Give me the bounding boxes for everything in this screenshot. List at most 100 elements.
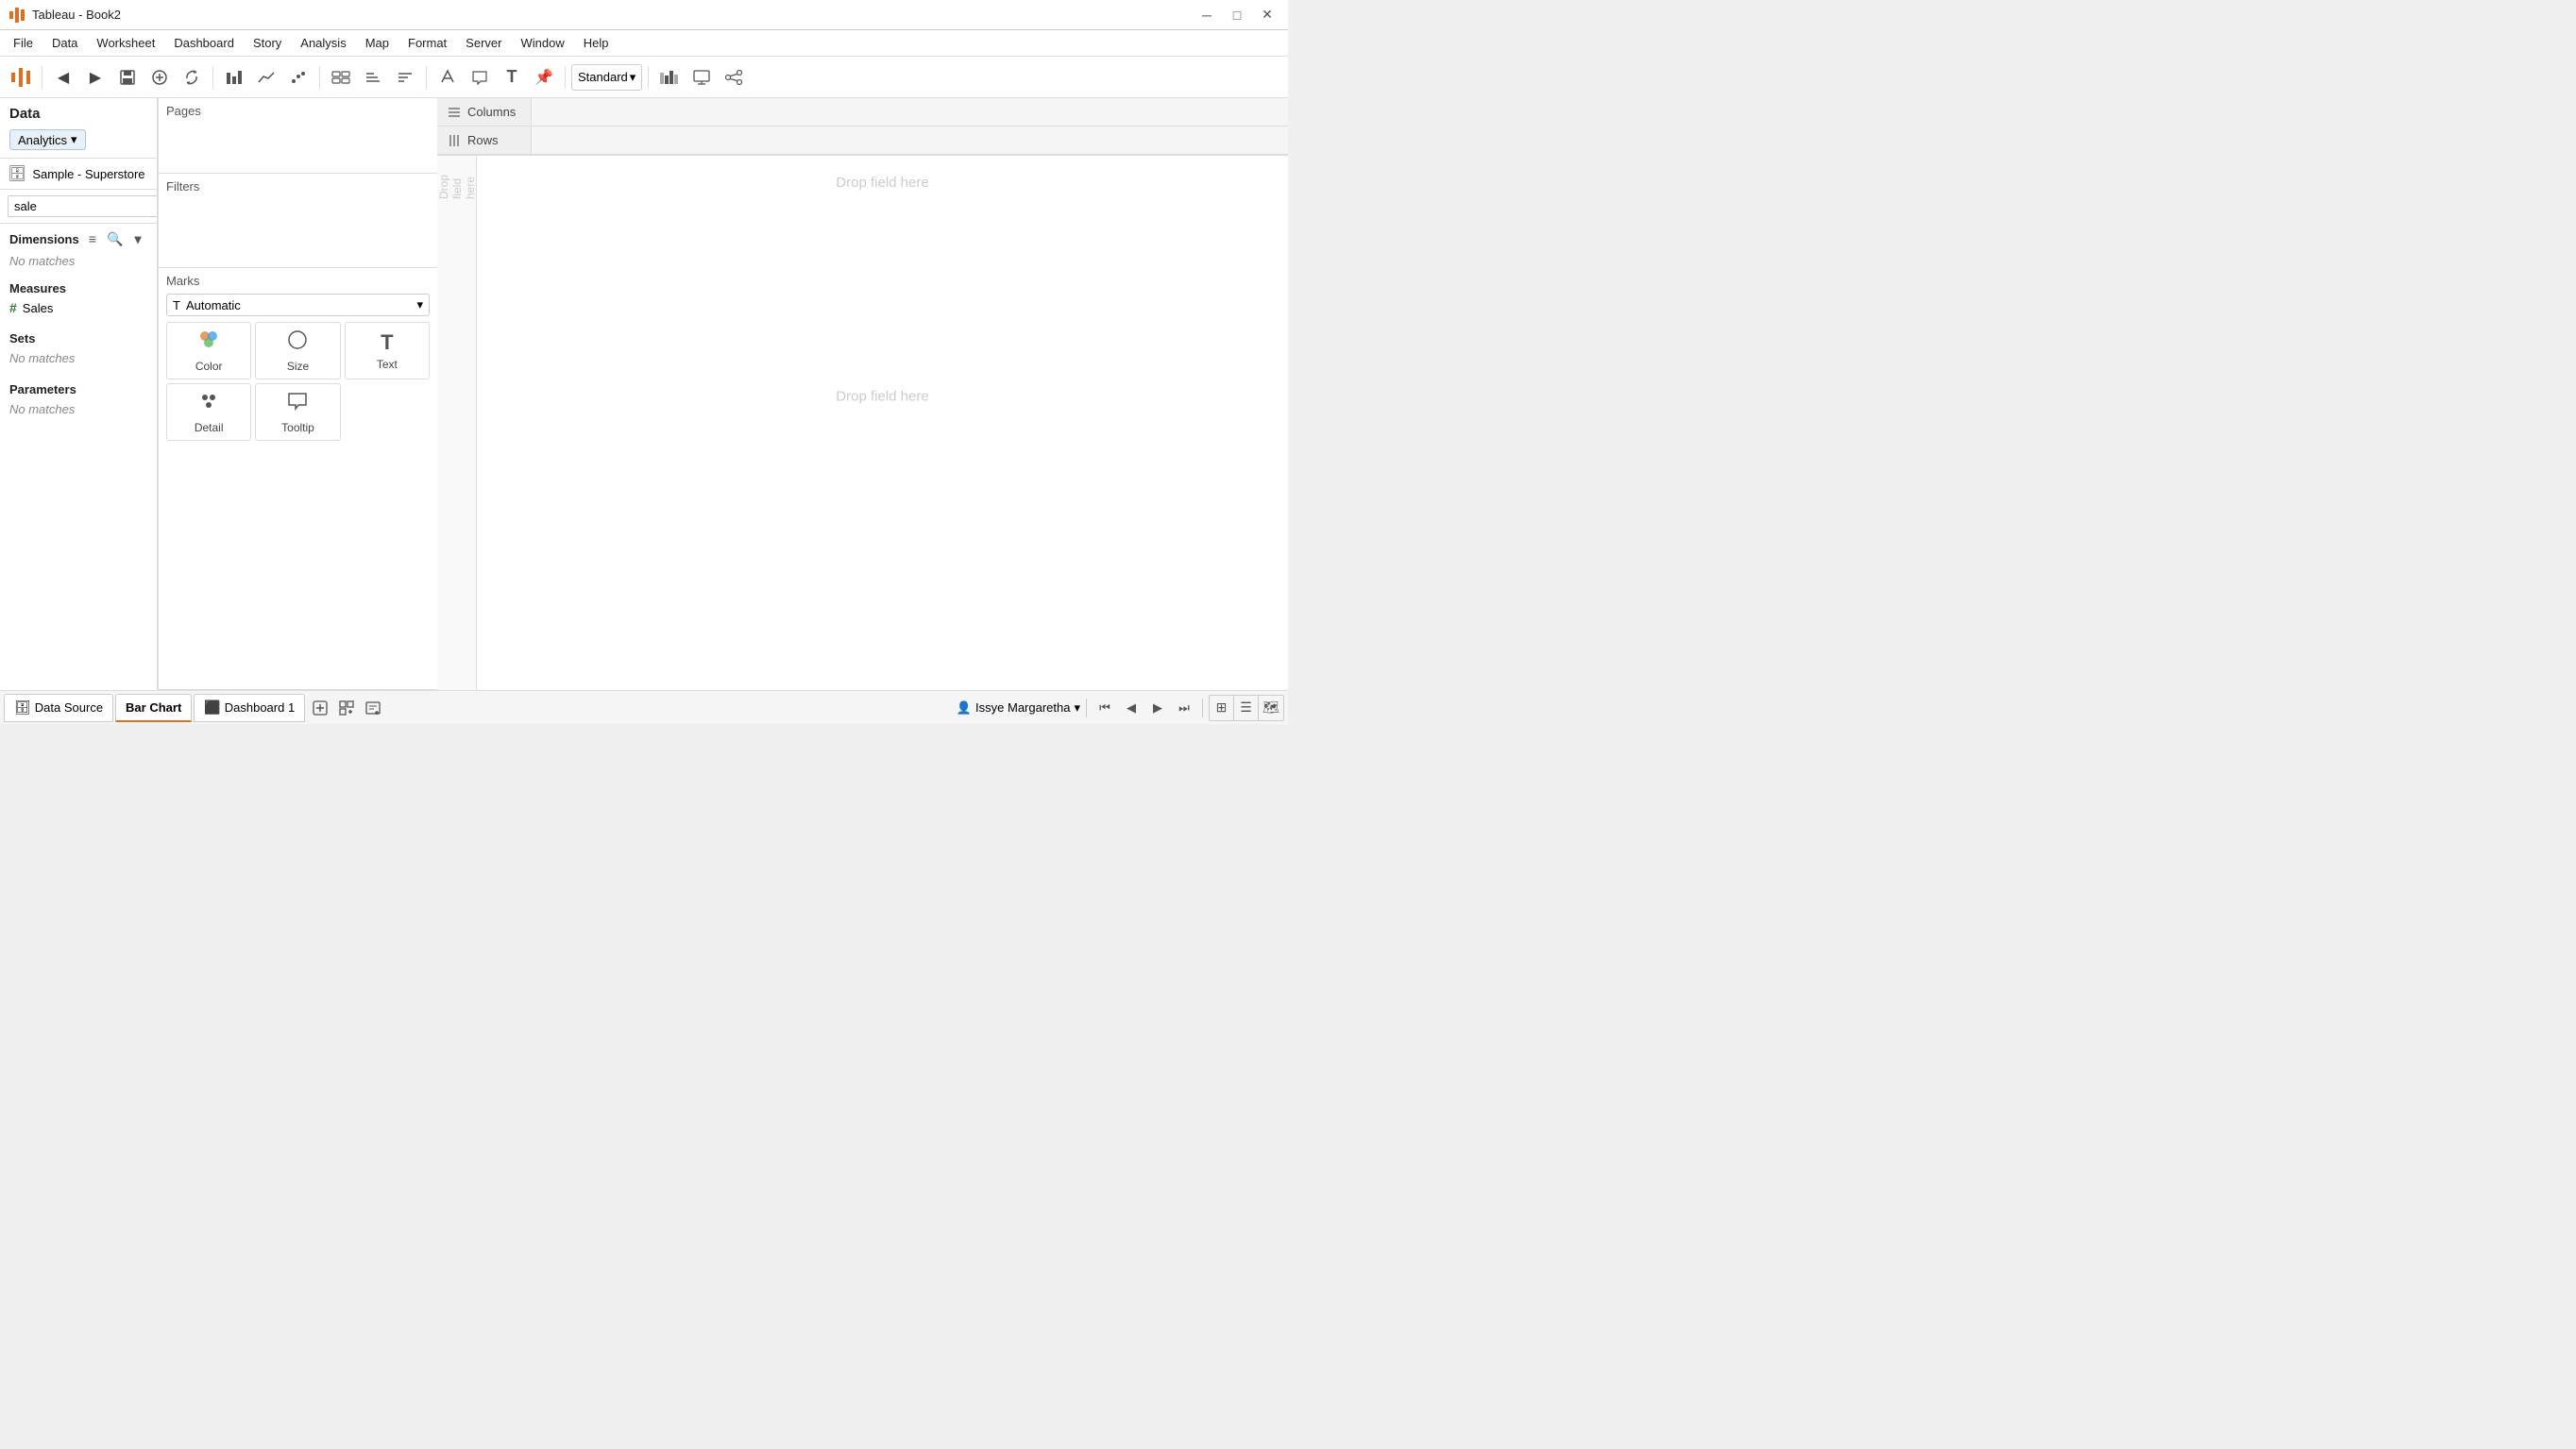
user-dropdown-arrow: ▾ bbox=[1074, 700, 1080, 716]
sales-field-item[interactable]: # Sales bbox=[0, 297, 157, 318]
minimize-button[interactable]: ─ bbox=[1194, 4, 1220, 26]
maximize-button[interactable]: □ bbox=[1224, 4, 1250, 26]
share-button[interactable] bbox=[719, 62, 749, 93]
menu-format[interactable]: Format bbox=[398, 30, 456, 57]
canvas-area: Dropfieldhere Drop field here Drop field… bbox=[437, 156, 1288, 690]
menu-worksheet[interactable]: Worksheet bbox=[87, 30, 164, 57]
marks-color-button[interactable]: Color bbox=[166, 322, 251, 379]
columns-row: Columns bbox=[437, 98, 1288, 126]
toolbar-separator-6 bbox=[648, 66, 649, 89]
parameters-no-matches: No matches bbox=[0, 398, 157, 424]
add-story-button[interactable] bbox=[360, 695, 386, 721]
show-me-button[interactable] bbox=[654, 62, 685, 93]
marks-grid: Color Size T Text bbox=[166, 322, 430, 441]
view-grid-button[interactable]: ⊞ bbox=[1210, 696, 1234, 720]
sets-no-matches: No matches bbox=[0, 347, 157, 373]
app-icon bbox=[8, 6, 26, 25]
window-title: Tableau - Book2 bbox=[32, 8, 1188, 22]
menu-map[interactable]: Map bbox=[356, 30, 398, 57]
drop-hint-top: Drop field here bbox=[477, 175, 1288, 191]
menu-help[interactable]: Help bbox=[574, 30, 619, 57]
marks-tooltip-button[interactable]: Tooltip bbox=[255, 383, 340, 441]
menu-window[interactable]: Window bbox=[511, 30, 573, 57]
toolbar-separator-2 bbox=[212, 66, 213, 89]
toolbar-separator-3 bbox=[319, 66, 320, 89]
analytics-button[interactable]: Analytics ▾ bbox=[9, 129, 86, 150]
sets-label: Sets bbox=[9, 331, 35, 345]
parameters-label: Parameters bbox=[9, 382, 76, 396]
chart-scatter-button[interactable] bbox=[283, 62, 314, 93]
tab-barchart[interactable]: Bar Chart bbox=[115, 694, 192, 722]
sets-header: Sets bbox=[0, 326, 157, 347]
color-icon bbox=[197, 329, 220, 357]
close-button[interactable]: ✕ bbox=[1254, 4, 1280, 26]
marks-type-icon: T bbox=[173, 298, 180, 312]
chart-line-button[interactable] bbox=[251, 62, 281, 93]
dimensions-dropdown-icon[interactable]: ▾ bbox=[128, 229, 147, 248]
sort-desc-button[interactable] bbox=[390, 62, 420, 93]
datasource-row[interactable]: 🗄 Sample - Superstore bbox=[0, 159, 157, 190]
tooltip-icon bbox=[286, 390, 309, 418]
fit-dropdown[interactable]: Standard ▾ bbox=[571, 64, 642, 91]
menu-dashboard[interactable]: Dashboard bbox=[164, 30, 244, 57]
menu-analysis[interactable]: Analysis bbox=[291, 30, 355, 57]
marks-type-dropdown[interactable]: T Automatic ▾ bbox=[166, 294, 430, 316]
title-bar: Tableau - Book2 ─ □ ✕ bbox=[0, 0, 1288, 30]
drop-canvas[interactable]: Drop field here Drop field here bbox=[477, 156, 1288, 690]
tab-dashboard1[interactable]: ⬛ Dashboard 1 bbox=[194, 694, 305, 722]
group-button[interactable] bbox=[326, 62, 356, 93]
tableau-logo-button[interactable] bbox=[6, 62, 36, 93]
view-map-button[interactable]: 🗺 bbox=[1259, 696, 1283, 720]
back-button[interactable]: ◀ bbox=[48, 62, 78, 93]
row-header: Dropfieldhere bbox=[437, 156, 477, 690]
marks-text-button[interactable]: T Text bbox=[345, 322, 430, 379]
annotation-button[interactable] bbox=[465, 62, 495, 93]
main-area: Data Analytics ▾ 🗄 Sample - Superstore ✕… bbox=[0, 98, 1288, 690]
nav-buttons: ⏮ ◀ ▶ ⏭ bbox=[1093, 696, 1196, 720]
status-right: 👤 Issye Margaretha ▾ ⏮ ◀ ▶ ⏭ ⊞ ☰ 🗺 bbox=[957, 695, 1284, 721]
text-button[interactable]: T bbox=[497, 62, 527, 93]
dimensions-icons: ≡ 🔍 ▾ bbox=[83, 229, 147, 248]
highlight-button[interactable] bbox=[432, 62, 463, 93]
present-button[interactable] bbox=[686, 62, 717, 93]
pages-title: Pages bbox=[166, 104, 430, 118]
auto-update-button[interactable] bbox=[177, 62, 207, 93]
search-input[interactable] bbox=[8, 195, 158, 217]
sales-field-label: Sales bbox=[23, 301, 54, 315]
nav-prev-button[interactable]: ◀ bbox=[1119, 696, 1144, 720]
dimensions-no-matches: No matches bbox=[0, 250, 157, 276]
forward-button[interactable]: ▶ bbox=[80, 62, 110, 93]
right-widgets: Pages Filters Marks T Automatic ▾ bbox=[158, 98, 437, 690]
pin-button[interactable]: 📌 bbox=[529, 62, 559, 93]
nav-first-button[interactable]: ⏮ bbox=[1093, 696, 1117, 720]
marks-detail-button[interactable]: Detail bbox=[166, 383, 251, 441]
menu-file[interactable]: File bbox=[4, 30, 42, 57]
dimensions-label: Dimensions bbox=[9, 232, 79, 246]
columns-rows: Columns Rows bbox=[437, 98, 1288, 156]
status-separator bbox=[1086, 699, 1087, 717]
save-button[interactable] bbox=[112, 62, 143, 93]
add-dashboard-button[interactable] bbox=[333, 695, 360, 721]
user-icon: 👤 bbox=[957, 700, 972, 716]
chart-bar-button[interactable] bbox=[219, 62, 249, 93]
view-list-button[interactable]: ☰ bbox=[1234, 696, 1259, 720]
dashboard1-tab-icon: ⬛ bbox=[204, 699, 220, 716]
data-header: Data bbox=[0, 98, 157, 126]
dimensions-search-icon[interactable]: 🔍 bbox=[106, 229, 125, 248]
menu-story[interactable]: Story bbox=[244, 30, 291, 57]
nav-next-button[interactable]: ▶ bbox=[1145, 696, 1170, 720]
toolbar: ◀ ▶ bbox=[0, 57, 1288, 98]
add-sheet-button[interactable] bbox=[307, 695, 333, 721]
nav-last-button[interactable]: ⏭ bbox=[1172, 696, 1196, 720]
user-info[interactable]: 👤 Issye Margaretha ▾ bbox=[957, 700, 1080, 716]
tab-datasource[interactable]: 🗄 Data Source bbox=[4, 694, 113, 722]
color-label: Color bbox=[195, 360, 223, 373]
menu-data[interactable]: Data bbox=[42, 30, 87, 57]
dashboard1-tab-label: Dashboard 1 bbox=[225, 700, 295, 715]
sort-asc-button[interactable] bbox=[358, 62, 388, 93]
menu-server[interactable]: Server bbox=[456, 30, 511, 57]
new-datasource-button[interactable] bbox=[144, 62, 175, 93]
dimensions-list-icon[interactable]: ≡ bbox=[83, 229, 102, 248]
analytics-tab: Analytics ▾ bbox=[0, 126, 157, 159]
marks-size-button[interactable]: Size bbox=[255, 322, 340, 379]
